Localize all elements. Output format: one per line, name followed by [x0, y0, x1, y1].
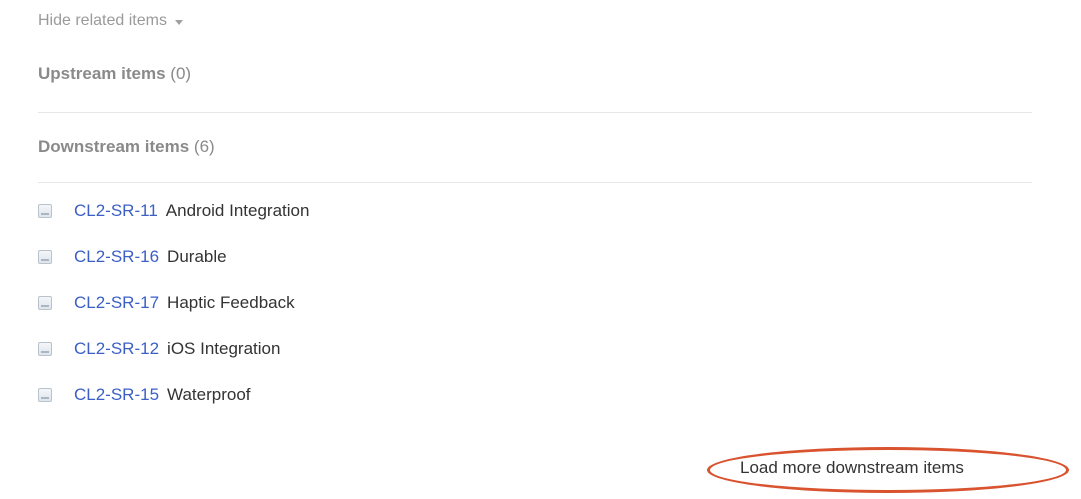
upstream-items-count: (0)	[170, 64, 192, 83]
list-item: CL2-SR-11 Android Integration	[38, 196, 309, 226]
section-divider	[38, 112, 1032, 113]
document-icon	[38, 342, 52, 356]
related-items-panel: Hide related items Upstream items (0) Do…	[0, 0, 1081, 499]
downstream-items-list: CL2-SR-11 Android Integration CL2-SR-16 …	[38, 196, 309, 426]
downstream-items-title: Downstream items	[38, 137, 190, 156]
downstream-items-heading: Downstream items (6)	[38, 137, 215, 157]
item-id-link[interactable]: CL2-SR-15	[74, 385, 159, 405]
list-item: CL2-SR-12 iOS Integration	[38, 334, 309, 364]
downstream-items-count: (6)	[193, 137, 215, 156]
document-icon	[38, 296, 52, 310]
item-title: Haptic Feedback	[167, 293, 295, 312]
item-id-link[interactable]: CL2-SR-11	[74, 201, 158, 221]
item-title: Durable	[167, 247, 227, 266]
upstream-items-heading: Upstream items (0)	[38, 64, 191, 84]
list-item: CL2-SR-17 Haptic Feedback	[38, 288, 309, 318]
item-title: iOS Integration	[167, 339, 281, 358]
item-title: Android Integration	[165, 201, 310, 220]
item-id-link[interactable]: CL2-SR-12	[74, 339, 159, 359]
document-icon	[38, 204, 52, 218]
item-id-link[interactable]: CL2-SR-17	[74, 293, 159, 313]
caret-down-icon[interactable]	[174, 19, 183, 25]
section-divider	[38, 182, 1032, 183]
item-title: Waterproof	[167, 385, 251, 404]
hide-related-items-label[interactable]: Hide related items	[38, 12, 167, 30]
load-more-downstream-button[interactable]: Load more downstream items	[740, 458, 964, 478]
document-icon	[38, 388, 52, 402]
list-item: CL2-SR-15 Waterproof	[38, 380, 309, 410]
list-item: CL2-SR-16 Durable	[38, 242, 309, 272]
upstream-items-title: Upstream items	[38, 64, 166, 83]
document-icon	[38, 250, 52, 264]
hide-related-items-toggle[interactable]: Hide related items	[38, 12, 183, 30]
item-id-link[interactable]: CL2-SR-16	[74, 247, 159, 267]
